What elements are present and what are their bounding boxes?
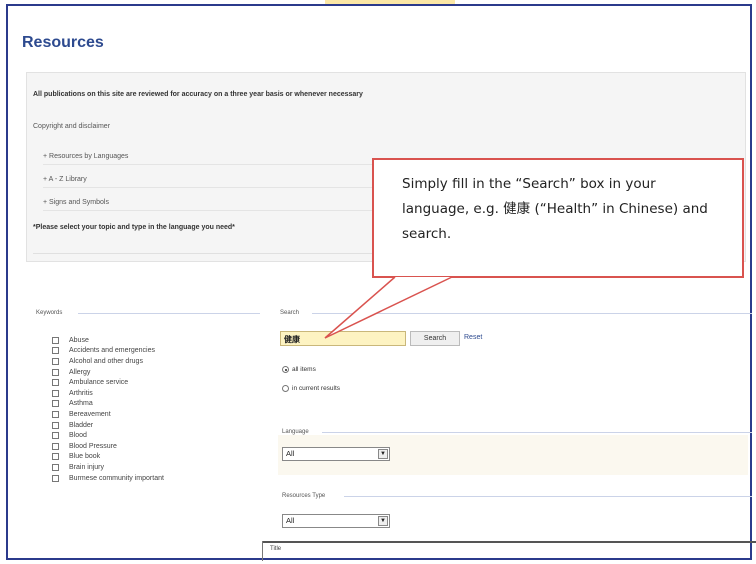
copyright-link[interactable]: Copyright and disclaimer [33,123,110,130]
callout-text: Simply fill in the “Search” box in your … [402,176,708,242]
link-a-z-library[interactable]: + A - Z Library [43,176,383,188]
keyword-item[interactable]: Bladder [52,420,164,431]
keywords-legend: Keywords [36,310,63,316]
keyword-item[interactable]: Allergy [52,367,164,378]
keyword-item[interactable]: Asthma [52,399,164,410]
keyword-item[interactable]: Burmese community important [52,473,164,484]
keyword-item[interactable]: Ambulance service [52,377,164,388]
keyword-checkbox[interactable] [52,432,59,440]
search-legend: Search [280,310,300,316]
resources-type-legend: Resources Type [282,493,326,499]
scope-option-all-items[interactable]: all items [282,366,316,373]
results-title-header[interactable]: Title [262,541,756,552]
keyword-checkbox[interactable] [52,442,59,450]
language-select[interactable]: All ▼ [282,447,390,461]
column-divider [262,541,263,561]
language-rule [322,432,752,433]
keyword-item[interactable]: Alcohol and other drugs [52,356,164,367]
instruction-callout: Simply fill in the “Search” box in your … [372,158,744,278]
keyword-item[interactable]: Blood [52,430,164,441]
keyword-checkbox[interactable] [52,347,59,355]
search-button[interactable]: Search [410,331,460,346]
topic-note: *Please select your topic and type in th… [33,224,235,231]
scope-option-current-results[interactable]: in current results [282,385,340,392]
page-title: Resources [22,34,104,51]
keyword-checkbox[interactable] [52,379,59,387]
link-signs-and-symbols[interactable]: + Signs and Symbols [43,199,383,211]
chevron-down-icon[interactable]: ▼ [378,516,388,526]
radio-selected[interactable] [282,366,289,373]
keyword-checkbox[interactable] [52,389,59,397]
keyword-item[interactable]: Abuse [52,335,164,346]
keyword-item[interactable]: Accidents and emergencies [52,346,164,357]
keyword-checkbox[interactable] [52,453,59,461]
radio-unselected[interactable] [282,385,289,392]
keyword-checkbox[interactable] [52,357,59,365]
keyword-item[interactable]: Blue book [52,452,164,463]
keyword-checkbox[interactable] [52,400,59,408]
keyword-item[interactable]: Brain injury [52,462,164,473]
keyword-item[interactable]: Arthritis [52,388,164,399]
search-rule [312,313,752,314]
keyword-checkbox[interactable] [52,474,59,482]
keyword-checkbox[interactable] [52,336,59,344]
keyword-item[interactable]: Bereavement [52,409,164,420]
keyword-checkbox[interactable] [52,463,59,471]
search-input[interactable]: 健康 [280,331,406,346]
link-resources-by-languages[interactable]: + Resources by Languages [43,153,383,165]
keyword-checkbox[interactable] [52,410,59,418]
reset-link[interactable]: Reset [464,334,482,341]
keywords-list: Abuse Accidents and emergencies Alcohol … [52,335,164,483]
chevron-down-icon[interactable]: ▼ [378,449,388,459]
review-notice: All publications on this site are review… [33,91,363,98]
keywords-rule [78,313,260,314]
resources-type-rule [344,496,752,497]
keyword-checkbox[interactable] [52,368,59,376]
keyword-item[interactable]: Blood Pressure [52,441,164,452]
keyword-checkbox[interactable] [52,421,59,429]
resources-type-select[interactable]: All ▼ [282,514,390,528]
